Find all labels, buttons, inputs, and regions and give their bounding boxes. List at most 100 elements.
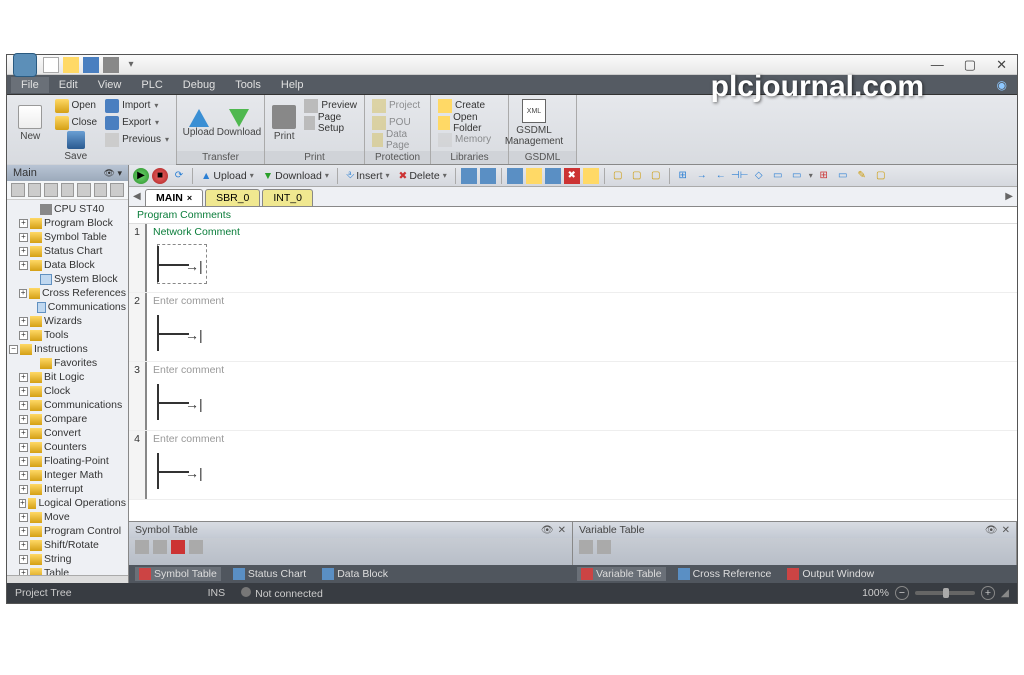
tool-icon-12[interactable]: → bbox=[694, 168, 710, 184]
editor-tab[interactable]: INT_0 bbox=[262, 189, 313, 206]
tool-icon-17[interactable]: ▭ bbox=[789, 168, 805, 184]
st-tool-3[interactable] bbox=[171, 540, 185, 554]
panel-close-icon[interactable]: ✕ bbox=[1002, 525, 1010, 536]
tab-status-chart[interactable]: Status Chart bbox=[229, 567, 310, 581]
tree-item[interactable]: +Program Control bbox=[7, 524, 128, 538]
tree-item[interactable]: +Interrupt bbox=[7, 482, 128, 496]
tree-item[interactable]: +Convert bbox=[7, 426, 128, 440]
menu-view[interactable]: View bbox=[88, 77, 132, 93]
import-button[interactable]: Import▾ bbox=[102, 97, 172, 114]
vt-tool-2[interactable] bbox=[597, 540, 611, 554]
tool-icon-19[interactable]: ▭ bbox=[835, 168, 851, 184]
zoom-in-button[interactable]: + bbox=[981, 586, 995, 600]
compile-button[interactable]: ⟳ bbox=[171, 168, 187, 184]
open-button[interactable]: Open bbox=[52, 97, 101, 114]
tool-icon-20[interactable]: ✎ bbox=[854, 168, 870, 184]
qat-open-icon[interactable] bbox=[63, 57, 79, 73]
tree-item[interactable]: Communications bbox=[7, 300, 128, 314]
gsdml-button[interactable]: XMLGSDML Management bbox=[513, 97, 555, 149]
tree-item[interactable]: +Wizards bbox=[7, 314, 128, 328]
tool-insert[interactable]: ⎀Insert▾ bbox=[343, 169, 393, 182]
export-button[interactable]: Export▾ bbox=[102, 114, 172, 131]
menu-file[interactable]: File bbox=[11, 77, 49, 93]
tree-item[interactable]: +Clock bbox=[7, 384, 128, 398]
tab-output-window[interactable]: Output Window bbox=[783, 567, 878, 581]
previous-button[interactable]: Previous▾ bbox=[102, 131, 172, 148]
menu-tools[interactable]: Tools bbox=[225, 77, 271, 93]
tree-item[interactable]: +Communications bbox=[7, 398, 128, 412]
tree-item[interactable]: +Symbol Table bbox=[7, 230, 128, 244]
tool-icon-2[interactable] bbox=[480, 168, 496, 184]
maximize-button[interactable]: ▢ bbox=[960, 57, 980, 73]
st-tool-4[interactable] bbox=[189, 540, 203, 554]
lib-openfolder-button[interactable]: Open Folder bbox=[435, 114, 504, 131]
menu-help[interactable]: Help bbox=[271, 77, 314, 93]
resize-grip-icon[interactable]: ◢ bbox=[1001, 587, 1009, 599]
network[interactable]: 2Enter comment→| bbox=[129, 293, 1017, 362]
new-button[interactable]: New bbox=[11, 97, 50, 149]
tool-icon-9[interactable]: ▢ bbox=[629, 168, 645, 184]
help-icon[interactable]: ◉ bbox=[997, 78, 1013, 92]
tree-item[interactable]: System Block bbox=[7, 272, 128, 286]
tool-icon-3[interactable] bbox=[507, 168, 523, 184]
tab-scroll-right[interactable]: ▶ bbox=[1005, 191, 1013, 202]
editor-tab[interactable]: MAIN× bbox=[145, 189, 203, 206]
tab-scroll-left[interactable]: ◀ bbox=[133, 191, 141, 202]
tool-icon-15[interactable]: ◇ bbox=[751, 168, 767, 184]
network[interactable]: 3Enter comment→| bbox=[129, 362, 1017, 431]
qat-new-icon[interactable] bbox=[43, 57, 59, 73]
lib-memory-button[interactable]: Memory bbox=[435, 131, 504, 148]
tool-icon-6[interactable]: ✖ bbox=[564, 168, 580, 184]
protection-project-button[interactable]: Project bbox=[369, 97, 426, 114]
tree-item[interactable]: +Status Chart bbox=[7, 244, 128, 258]
menu-debug[interactable]: Debug bbox=[173, 77, 225, 93]
run-button[interactable]: ▶ bbox=[133, 168, 149, 184]
tool-upload[interactable]: ▲Upload▾ bbox=[198, 170, 257, 182]
qat-print-icon[interactable] bbox=[103, 57, 119, 73]
tree-item[interactable]: CPU ST40 bbox=[7, 202, 128, 216]
stop-button[interactable]: ■ bbox=[152, 168, 168, 184]
tree-item[interactable]: +Tools bbox=[7, 328, 128, 342]
sidebar-tool-1[interactable] bbox=[11, 183, 25, 197]
tree-item[interactable]: +Data Block bbox=[7, 258, 128, 272]
tree-scrollbar[interactable] bbox=[7, 575, 128, 583]
tree-item[interactable]: +Integer Math bbox=[7, 468, 128, 482]
sidebar-tool-2[interactable] bbox=[28, 183, 42, 197]
st-tool-1[interactable] bbox=[135, 540, 149, 554]
tab-symbol-table[interactable]: Symbol Table bbox=[135, 567, 221, 581]
project-tree[interactable]: CPU ST40+Program Block+Symbol Table+Stat… bbox=[7, 200, 128, 575]
editor-tab[interactable]: SBR_0 bbox=[205, 189, 260, 206]
tool-icon-1[interactable] bbox=[461, 168, 477, 184]
pagesetup-button[interactable]: Page Setup bbox=[301, 114, 360, 131]
tab-cross-reference[interactable]: Cross Reference bbox=[674, 567, 776, 581]
panel-close-icon[interactable]: ✕ bbox=[558, 525, 566, 536]
sidebar-tool-7[interactable] bbox=[110, 183, 124, 197]
tree-item[interactable]: −Instructions bbox=[7, 342, 128, 356]
zoom-slider[interactable] bbox=[915, 591, 975, 595]
minimize-button[interactable]: — bbox=[927, 57, 948, 73]
tool-icon-8[interactable]: ▢ bbox=[610, 168, 626, 184]
download-button[interactable]: Download bbox=[218, 97, 260, 149]
tool-icon-21[interactable]: ▢ bbox=[873, 168, 889, 184]
tree-item[interactable]: +Counters bbox=[7, 440, 128, 454]
tool-icon-11[interactable]: ⊞ bbox=[675, 168, 691, 184]
tree-item[interactable]: +Move bbox=[7, 510, 128, 524]
qat-dropdown-icon[interactable]: ▾ bbox=[123, 57, 139, 73]
tool-icon-4[interactable] bbox=[526, 168, 542, 184]
tool-icon-10[interactable]: ▢ bbox=[648, 168, 664, 184]
sidebar-tool-6[interactable] bbox=[94, 183, 108, 197]
tree-item[interactable]: +Program Block bbox=[7, 216, 128, 230]
save-button[interactable]: Save bbox=[52, 131, 101, 162]
tree-item[interactable]: Favorites bbox=[7, 356, 128, 370]
tree-item[interactable]: +Cross References bbox=[7, 286, 128, 300]
menu-edit[interactable]: Edit bbox=[49, 77, 88, 93]
tool-delete[interactable]: ✖Delete▾ bbox=[396, 170, 450, 182]
tab-data-block[interactable]: Data Block bbox=[318, 567, 392, 581]
tree-item[interactable]: +Floating-Point bbox=[7, 454, 128, 468]
app-icon[interactable] bbox=[13, 53, 37, 77]
tool-icon-14[interactable]: ⊣⊢ bbox=[732, 168, 748, 184]
protection-datapage-button[interactable]: Data Page bbox=[369, 131, 426, 148]
st-tool-2[interactable] bbox=[153, 540, 167, 554]
menu-plc[interactable]: PLC bbox=[131, 77, 172, 93]
close-button[interactable]: Close bbox=[52, 114, 101, 131]
